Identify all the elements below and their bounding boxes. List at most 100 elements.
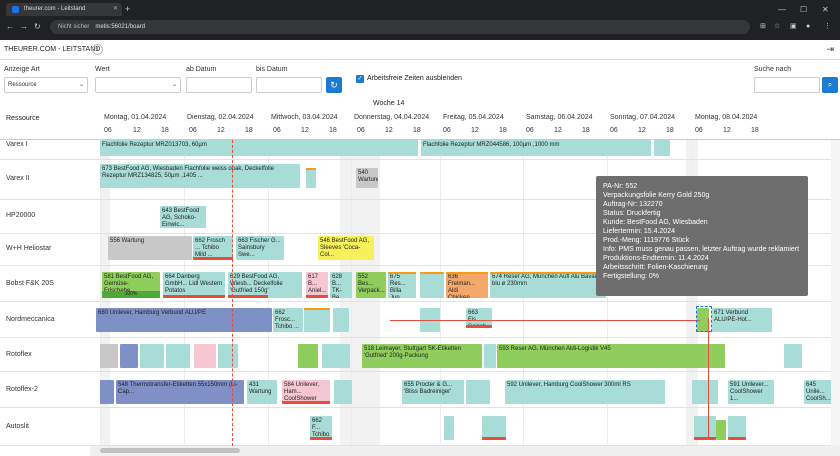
info-icon[interactable]: i xyxy=(92,44,103,55)
job-bar[interactable] xyxy=(304,308,330,332)
job-bar[interactable] xyxy=(466,380,490,404)
url-text: metis:56021/board xyxy=(95,24,146,30)
address-bar[interactable]: Nicht sicher metis:56021/board xyxy=(50,20,750,34)
job-bar[interactable]: 584 Unilever, Ham... CoolShower 20... xyxy=(282,380,330,404)
job-bar[interactable] xyxy=(716,420,726,440)
job-bar[interactable]: 546 BestFood AG, Sleeves 'Coca-Col... xyxy=(318,236,374,260)
vertical-scrollbar[interactable] xyxy=(831,140,840,446)
scrollbar-thumb[interactable] xyxy=(100,448,240,453)
ab-datum-input[interactable] xyxy=(186,77,252,93)
maximize-button[interactable]: ☐ xyxy=(800,3,807,16)
hour-label: 12 xyxy=(133,127,141,134)
close-window-button[interactable]: ✕ xyxy=(822,3,829,16)
back-button[interactable]: ← xyxy=(6,20,14,34)
bis-datum-input[interactable] xyxy=(256,77,322,93)
job-bar[interactable] xyxy=(218,344,238,368)
job-bar[interactable] xyxy=(654,140,670,156)
job-bar[interactable] xyxy=(333,308,349,332)
job-bar[interactable] xyxy=(482,416,506,440)
job-bar[interactable]: 662 Frosch ... Tchibo Mild ... xyxy=(193,236,233,260)
day-label: Freitag, 05.04.2024 xyxy=(443,114,504,121)
job-bar[interactable]: 629 BestFood AG, Wiesb... Deckelfolie 'G… xyxy=(228,272,302,298)
hour-label: 18 xyxy=(499,127,507,134)
job-bar[interactable]: 680 Unilever, Hamburg Verbund ALU/PE xyxy=(96,308,272,332)
job-bar[interactable]: 673 BestFood AG, Wiesbaden Flachfolie we… xyxy=(100,164,300,188)
job-bar[interactable]: 518 Leimayer, Stuttgart SK-Etiketten 'Gu… xyxy=(362,344,482,368)
translate-icon[interactable]: ⊞ xyxy=(760,20,766,34)
job-bar[interactable]: 675 Res... Billa Jun... xyxy=(388,272,416,298)
job-bar[interactable] xyxy=(484,344,496,368)
job-bar[interactable]: 593 Reser AG, München Aldi-Logistik V45 xyxy=(497,344,725,368)
job-bar[interactable] xyxy=(692,380,718,404)
job-bar[interactable]: Flachfolie Rezeptur MRZ044586, 100µm ,10… xyxy=(421,140,651,156)
job-bar[interactable] xyxy=(694,416,716,440)
resource-name: Varex II xyxy=(6,175,30,182)
job-bar[interactable] xyxy=(420,272,444,298)
gantt-header: Ressource Woche 14 Montag, 01.04.2024 Di… xyxy=(0,96,840,140)
new-tab-button[interactable]: + xyxy=(125,3,130,16)
job-bar[interactable]: 617 B... Aniel... xyxy=(306,272,328,298)
job-bar[interactable] xyxy=(100,344,118,368)
job-bar[interactable] xyxy=(140,344,164,368)
anzeige-select[interactable]: Ressource ⌄ xyxy=(4,77,88,93)
minimize-button[interactable]: — xyxy=(778,3,786,16)
job-bar[interactable] xyxy=(728,416,746,440)
job-bar[interactable]: 581 BestFood AG, Gemüse-Frischebe...100% xyxy=(102,272,160,298)
search-button[interactable]: ⌕ xyxy=(822,77,838,93)
week-label: Woche 14 xyxy=(373,100,405,107)
resource-name: Rotoflex-2 xyxy=(6,386,38,393)
browser-tab[interactable]: theurer.com - Leitstand ✕ xyxy=(6,3,122,16)
hour-label: 06 xyxy=(695,127,703,134)
hour-label: 18 xyxy=(329,127,337,134)
ab-datum-label: ab Datum xyxy=(186,66,217,73)
job-bar[interactable]: 628 B... TK-Be... xyxy=(330,272,352,298)
menu-icon[interactable]: ⋮ xyxy=(824,20,831,34)
suche-input[interactable] xyxy=(754,77,820,93)
refresh-button[interactable]: ↻ xyxy=(326,77,342,93)
logout-icon[interactable]: ⇥ xyxy=(826,44,834,55)
close-tab-icon[interactable]: ✕ xyxy=(113,3,118,16)
job-bar[interactable]: Flachfolie Rezeptur MRZ013703, 60µm xyxy=(100,140,418,156)
extensions-icon[interactable]: ▣ xyxy=(790,20,797,34)
job-bar[interactable]: 662 Frosc... Tchibo ... xyxy=(273,308,303,332)
job-bar[interactable]: 636 Freiman... Aldi Chicken... xyxy=(446,272,488,298)
resource-name: W+H Heliostar xyxy=(6,245,52,252)
job-bar[interactable] xyxy=(100,380,114,404)
forward-button[interactable]: → xyxy=(20,20,28,34)
profile-icon[interactable]: ● xyxy=(806,20,810,34)
job-bar[interactable] xyxy=(444,416,454,440)
job-bar[interactable] xyxy=(166,344,190,368)
chevron-down-icon: ⌄ xyxy=(78,82,84,88)
job-bar[interactable]: 663 Fischer G... Sainsbury Swe... xyxy=(236,236,284,260)
job-bar[interactable]: 548 Thermotransfer-Etiketten 55x150mm (L… xyxy=(116,380,244,404)
job-bar[interactable]: 662 F... Tchibo xyxy=(310,416,332,440)
job-bar[interactable] xyxy=(784,344,802,368)
reload-icon[interactable]: ↻ xyxy=(34,20,41,34)
job-bar[interactable] xyxy=(120,344,138,368)
job-bar[interactable]: 655 Procter & G... 'Bliss Badreiniger' xyxy=(402,380,464,404)
job-bar[interactable]: 663 Fis... Sainsb... xyxy=(466,308,492,328)
job-bar[interactable]: 552 Bes... Verpack... xyxy=(356,272,386,298)
hour-label: 12 xyxy=(723,127,731,134)
job-bar[interactable] xyxy=(322,344,350,368)
job-bar[interactable] xyxy=(194,344,216,368)
bookmark-icon[interactable]: ☆ xyxy=(774,20,780,34)
job-bar[interactable]: 671 Verbund ALU/PE-Hot... xyxy=(712,308,772,332)
job-bar[interactable]: 664 Danberg GmbH... Lidl Western Potatos xyxy=(163,272,225,298)
job-bar[interactable] xyxy=(334,380,352,404)
job-bar[interactable] xyxy=(298,344,318,368)
job-bar[interactable]: 556 Wartung xyxy=(108,236,192,260)
hour-label: 12 xyxy=(301,127,309,134)
dependency-line xyxy=(708,318,709,440)
job-bar[interactable]: 645 Unile... CoolSh... xyxy=(804,380,832,404)
job-bar[interactable] xyxy=(306,168,316,188)
wert-select[interactable]: ⌄ xyxy=(95,77,181,93)
hide-nonwork-checkbox[interactable]: ✓ xyxy=(356,75,364,83)
job-bar[interactable]: 591 Unilever... CoolShower 1... xyxy=(728,380,774,404)
resource-name: Bobst F&K 20S xyxy=(6,280,54,287)
job-bar[interactable]: 540 Wartung xyxy=(356,168,378,188)
job-bar[interactable]: 592 Unilever, Hamburg CoolShower 300ml R… xyxy=(505,380,665,404)
job-bar[interactable]: 674 Reser AG, München Aufl Alu Bavaria b… xyxy=(490,272,606,298)
job-bar[interactable]: 431 Wartung xyxy=(247,380,277,404)
job-bar[interactable]: 643 BestFood AG, Schoko-Einwic... xyxy=(160,206,206,228)
